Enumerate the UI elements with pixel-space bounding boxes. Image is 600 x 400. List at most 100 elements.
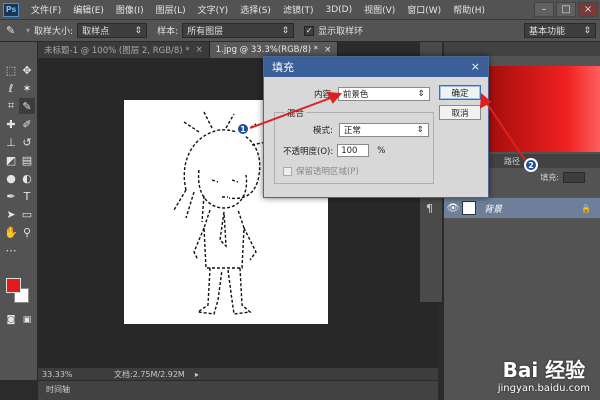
mode-label: 模式:	[313, 126, 333, 136]
stamp-tool-icon[interactable]: ⊥	[3, 134, 19, 150]
show-ring-label: 显示取样环	[318, 27, 364, 37]
tab-untitled[interactable]: 未标题-1 @ 100% (图层 2, RGB/8) * ×	[38, 42, 210, 58]
marquee-tool-icon[interactable]: ⬚	[3, 62, 19, 78]
pen-tool-icon[interactable]: ✒	[3, 188, 19, 204]
blur-tool-icon[interactable]: ●	[3, 170, 19, 186]
menu-edit[interactable]: 编辑(E)	[67, 3, 110, 16]
healing-brush-icon[interactable]: ✚	[3, 116, 19, 132]
annotation-badge-1: 1	[236, 122, 250, 136]
magic-wand-icon[interactable]: ✶	[19, 80, 35, 96]
shape-tool-icon[interactable]: ▭	[19, 206, 35, 222]
chevron-down-icon: ⇕	[134, 25, 143, 36]
menu-file[interactable]: 文件(F)	[25, 3, 67, 16]
content-label: 内容:	[314, 90, 334, 100]
opacity-unit: %	[377, 145, 386, 156]
close-window-button[interactable]: ×	[578, 2, 598, 17]
chevron-down-icon: ⇕	[417, 89, 425, 99]
menu-type[interactable]: 文字(Y)	[192, 3, 235, 16]
lock-icon: 🔒	[581, 203, 591, 213]
eraser-tool-icon[interactable]: ◩	[3, 152, 19, 168]
ok-button[interactable]: 确定	[439, 85, 481, 100]
opacity-input[interactable]: 100	[337, 144, 370, 157]
foreground-color-swatch[interactable]	[6, 278, 21, 293]
menu-3d[interactable]: 3D(D)	[319, 5, 358, 15]
restore-button[interactable]: □	[556, 2, 576, 17]
eyedropper-icon[interactable]: ✎	[6, 24, 22, 37]
sample-select[interactable]: 所有图层 ⇕	[182, 23, 295, 38]
mode-select[interactable]: 正常 ⇕	[338, 123, 429, 137]
chevron-right-icon[interactable]: ▸	[195, 370, 199, 379]
menu-layer[interactable]: 图层(L)	[150, 3, 192, 16]
document-size: 文档:2.75M/2.92M	[114, 369, 185, 379]
menu-image[interactable]: 图像(I)	[110, 3, 150, 16]
sample-size-value: 取样点	[82, 27, 110, 37]
zoom-tool-icon[interactable]: ⚲	[19, 224, 35, 240]
lasso-tool-icon[interactable]: ℓ	[3, 80, 19, 96]
gradient-tool-icon[interactable]: ▤	[19, 152, 35, 168]
window-controls: – □ ×	[534, 2, 598, 17]
tab-label: 1.jpg @ 33.3%(RGB/8) *	[215, 45, 319, 55]
workspace-select[interactable]: 基本功能 ⇕	[524, 23, 596, 38]
zoom-level[interactable]: 33.33%	[38, 370, 84, 379]
preserve-transparency-checkbox[interactable]	[283, 166, 292, 176]
layer-row-background[interactable]: 👁 背景 🔒	[444, 198, 600, 218]
mode-value: 正常	[343, 126, 361, 136]
close-icon[interactable]: ×	[324, 45, 331, 55]
menu-filter[interactable]: 滤镜(T)	[277, 3, 320, 16]
paragraph-panel-icon[interactable]: ¶	[426, 202, 433, 215]
color-picker-field[interactable]	[484, 66, 600, 152]
menu-view[interactable]: 视图(V)	[358, 3, 401, 16]
sample-size-label: 取样大小:	[34, 27, 74, 37]
more-tools-icon[interactable]: ⋯	[3, 242, 19, 258]
opacity-row: 不透明度(O): 100 %	[283, 144, 385, 157]
show-ring-checkbox[interactable]: ✓	[304, 25, 315, 36]
preserve-transparency-label: 保留透明区域(P)	[296, 167, 359, 177]
baidu-jingyan-watermark: Bai 经验 jingyan.baidu.com	[498, 354, 590, 394]
close-icon[interactable]: ×	[196, 45, 203, 55]
opacity-label: 不透明度(O):	[283, 146, 334, 157]
crop-tool-icon[interactable]: ⌗	[3, 98, 19, 114]
dialog-title-bar[interactable]: 填充 ×	[264, 57, 488, 77]
tab-label: 未标题-1 @ 100% (图层 2, RGB/8) *	[44, 46, 190, 56]
move-tool-icon[interactable]: ✥	[19, 62, 35, 78]
fill-input[interactable]	[563, 171, 585, 183]
options-bar: ✎ ▾ 取样大小: 取样点 ⇕ 样本: 所有图层 ⇕ ✓ 显示取样环 基本功能 ⇕	[0, 20, 600, 42]
content-value: 前景色	[342, 90, 369, 100]
close-icon[interactable]: ×	[471, 60, 480, 73]
chevron-down-icon: ⇕	[416, 125, 424, 135]
photoshop-logo: Ps	[3, 2, 19, 17]
path-select-icon[interactable]: ➤	[3, 206, 19, 222]
menu-help[interactable]: 帮助(H)	[447, 3, 491, 16]
menu-select[interactable]: 选择(S)	[234, 3, 277, 16]
menu-bar: Ps 文件(F) 编辑(E) 图像(I) 图层(L) 文字(Y) 选择(S) 滤…	[0, 0, 600, 20]
content-select[interactable]: 前景色 ⇕	[337, 87, 430, 101]
fill-label: 填充:	[540, 172, 559, 182]
blending-legend: 混合	[285, 107, 307, 119]
type-tool-icon[interactable]: T	[19, 188, 35, 204]
menu-window[interactable]: 窗口(W)	[401, 3, 447, 16]
chevron-down-icon[interactable]: ▾	[26, 26, 30, 35]
quick-mask-icon[interactable]: ◙	[3, 312, 19, 328]
content-row: 内容: 前景色 ⇕	[314, 87, 430, 101]
sample-value: 所有图层	[187, 27, 224, 37]
tools-panel: ⬚ ✥ ℓ ✶ ⌗ ✎ ✚ ✐ ⊥ ↺ ◩ ▤ ● ◐ ✒ T ➤ ▭ ✋ ⚲ …	[0, 42, 38, 380]
dodge-tool-icon[interactable]: ◐	[19, 170, 35, 186]
cancel-button[interactable]: 取消	[439, 105, 481, 120]
eyedropper-tool-icon[interactable]: ✎	[19, 98, 35, 114]
screen-mode-icon[interactable]: ▣	[19, 312, 35, 328]
sample-size-select[interactable]: 取样点 ⇕	[77, 23, 148, 38]
eye-icon[interactable]: 👁	[444, 203, 462, 214]
layer-thumbnail	[462, 201, 476, 215]
hand-tool-icon[interactable]: ✋	[3, 224, 19, 240]
status-bar: 33.33% 文档:2.75M/2.92M ▸	[38, 368, 438, 380]
history-brush-icon[interactable]: ↺	[19, 134, 35, 150]
timeline-label[interactable]: 时间轴	[46, 385, 70, 394]
tab-paths[interactable]: 路径	[504, 156, 520, 167]
sample-label: 样本:	[157, 27, 179, 37]
brush-tool-icon[interactable]: ✐	[19, 116, 35, 132]
blending-group: 混合 模式: 正常 ⇕ 不透明度(O): 100 % 保留透明区域(P)	[274, 107, 434, 184]
minimize-button[interactable]: –	[534, 2, 554, 17]
annotation-badge-2: 2	[524, 158, 538, 172]
chevron-down-icon: ⇕	[281, 25, 290, 36]
timeline-panel: 时间轴	[38, 380, 438, 400]
